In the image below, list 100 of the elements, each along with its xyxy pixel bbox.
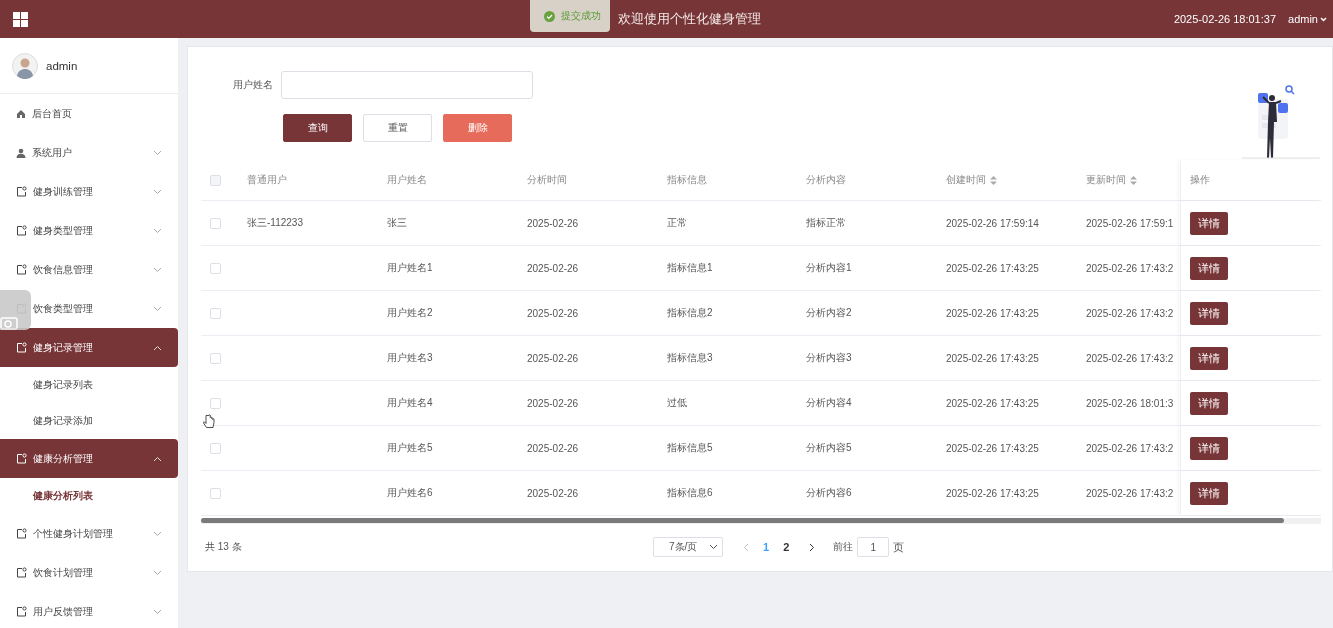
table-cell-text: 用户姓名6 — [387, 486, 434, 500]
details-button[interactable]: 详情 — [1190, 436, 1228, 460]
goto-page-field[interactable]: 1 — [857, 537, 890, 557]
username-field[interactable] — [281, 71, 533, 99]
sidebar-item[interactable]: 饮食信息管理 — [0, 250, 178, 289]
sidebar-item[interactable]: 健康分析管理 — [0, 439, 178, 478]
table-cell-text: 分析内容6 — [806, 486, 853, 500]
table-cell-text: 指标信息5 — [667, 441, 714, 455]
screenshot-floating-menu[interactable] — [0, 290, 31, 330]
sidebar-item[interactable]: 个性健身计划管理 — [0, 514, 178, 553]
table-cell-text: 2025-02-26 17:43:25 — [946, 397, 1040, 409]
table-cell-text: 分析内容2 — [806, 306, 853, 320]
prev-page-button[interactable] — [743, 542, 749, 552]
sidebar-item[interactable]: 健身类型管理 — [0, 211, 178, 250]
sidebar-item[interactable]: 健身记录管理 — [0, 328, 178, 367]
row-checkbox[interactable] — [210, 487, 221, 499]
row-checkbox[interactable] — [210, 352, 221, 364]
chevron-down-icon — [153, 189, 162, 195]
document-icon — [16, 606, 27, 617]
table-cell-text: 2025-02-26 — [527, 487, 580, 499]
sidebar-item[interactable]: 饮食计划管理 — [0, 553, 178, 592]
column-header: 分析时间 — [527, 173, 568, 187]
column-header[interactable]: 更新时间 — [1086, 173, 1180, 187]
table-cell-text: 用户姓名3 — [387, 351, 434, 365]
table-cell-text: 2025-02-26 — [527, 262, 580, 274]
table-cell-text: 用户姓名1 — [387, 261, 434, 275]
table-cell-text: 2025-02-26 17:43:25 — [946, 307, 1040, 319]
row-checkbox[interactable] — [210, 262, 221, 274]
camera-icon — [0, 314, 18, 330]
table-cell-text: 分析内容3 — [806, 351, 853, 365]
chevron-up-icon — [153, 345, 162, 351]
table-cell-text: 指标信息3 — [667, 351, 714, 365]
next-page-button[interactable] — [809, 542, 816, 552]
sidebar-item[interactable]: 健身训练管理 — [0, 172, 178, 211]
table-cell-text: 张三-112233 — [247, 216, 304, 230]
select-all-checkbox[interactable] — [210, 174, 221, 186]
table-cell-text: 2025-02-26 17:43:25 — [946, 442, 1040, 454]
document-icon — [16, 342, 27, 353]
table-cell-text: 2025-02-26 17:43:25 — [946, 262, 1040, 274]
document-icon — [16, 225, 27, 236]
reset-button[interactable]: 重置 — [363, 114, 432, 142]
details-button[interactable]: 详情 — [1190, 481, 1228, 505]
column-header: 用户姓名 — [387, 173, 428, 187]
sort-icon[interactable] — [990, 175, 997, 185]
table-cell-text: 2025-02-26 17:43:25 — [946, 352, 1040, 364]
sidebar-username: admin — [46, 59, 78, 72]
caret-icon — [1320, 16, 1327, 22]
table-cell-text: 分析内容1 — [806, 261, 853, 275]
column-header[interactable]: 创建时间 — [946, 173, 1086, 187]
row-checkbox[interactable] — [210, 307, 221, 319]
document-icon — [16, 453, 27, 464]
sidebar-item[interactable]: 后台首页 — [0, 94, 178, 133]
chevron-down-icon — [153, 609, 162, 615]
table-cell-text: 2025-02-26 — [527, 397, 580, 409]
column-header: 普通用户 — [247, 173, 288, 187]
table-cell-text: 2025-02-26 — [527, 442, 580, 454]
app-grid-icon[interactable] — [13, 11, 28, 27]
check-circle-icon — [544, 10, 555, 22]
chevron-down-icon — [153, 267, 162, 273]
details-button[interactable]: 详情 — [1190, 211, 1228, 235]
table-cell-text: 2025-02-26 17:43:2 — [1086, 307, 1175, 319]
hand-cursor-icon — [203, 414, 215, 430]
search-button[interactable]: 查询 — [283, 114, 352, 142]
table-cell-text: 指标信息6 — [667, 486, 714, 500]
table-cell-text: 2025-02-26 17:43:2 — [1086, 487, 1175, 499]
search-label: 用户姓名 — [233, 78, 273, 92]
goto-label: 前往 — [833, 540, 854, 554]
sidebar-subitem[interactable]: 健康分析列表 — [0, 478, 178, 514]
row-checkbox[interactable] — [210, 217, 221, 229]
document-icon — [16, 567, 27, 578]
table-cell-text: 2025-02-26 17:43:25 — [946, 487, 1040, 499]
user-menu[interactable]: admin — [1288, 13, 1327, 25]
home-icon — [16, 108, 26, 119]
page-number[interactable]: 2 — [783, 541, 790, 553]
column-header: 分析内容 — [806, 173, 847, 187]
sidebar-item[interactable]: 系统用户 — [0, 133, 178, 172]
details-button[interactable]: 详情 — [1190, 391, 1228, 415]
page-suffix: 页 — [893, 539, 905, 555]
details-button[interactable]: 详情 — [1190, 301, 1228, 325]
sort-icon[interactable] — [1130, 175, 1137, 185]
header-title: 欢迎使用个性化健身管理 — [618, 10, 761, 28]
details-button[interactable]: 详情 — [1190, 346, 1228, 370]
table-cell-text: 分析内容4 — [806, 396, 853, 410]
sidebar-subitem[interactable]: 健身记录添加 — [0, 403, 178, 439]
sidebar-item[interactable]: 用户反馈管理 — [0, 592, 178, 628]
chevron-down-icon — [709, 544, 718, 550]
page-size-select[interactable]: 7条/页 — [653, 537, 723, 557]
chevron-down-icon — [153, 306, 162, 312]
table-cell-text: 2025-02-26 18:01:3 — [1086, 397, 1175, 409]
row-checkbox[interactable] — [210, 442, 221, 454]
horizontal-scrollbar[interactable] — [201, 518, 1321, 524]
details-button[interactable]: 详情 — [1190, 256, 1228, 280]
table-cell-text: 2025-02-26 17:59:1 — [1086, 217, 1175, 229]
row-checkbox[interactable] — [210, 397, 221, 409]
chevron-down-icon — [153, 228, 162, 234]
document-icon — [16, 528, 27, 539]
sidebar-subitem[interactable]: 健身记录列表 — [0, 367, 178, 403]
table-cell-text: 分析内容5 — [806, 441, 853, 455]
table-cell-text: 指标信息1 — [667, 261, 714, 275]
total-count: 共 13 条 — [205, 540, 243, 554]
